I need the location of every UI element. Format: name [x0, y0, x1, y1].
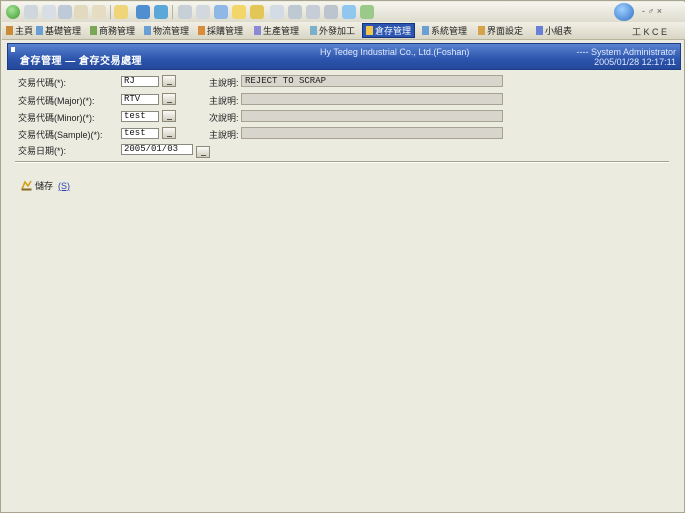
tab-basic-management[interactable]: 基礎管理: [36, 23, 81, 38]
edit-icon[interactable]: [196, 5, 210, 19]
tab-label: 系統管理: [431, 26, 468, 36]
field-label: 次說明:: [209, 113, 239, 123]
history-icon[interactable]: [136, 5, 150, 19]
messenger-icon[interactable]: [250, 5, 264, 19]
tab-icon: [478, 26, 485, 35]
tab-small-reports[interactable]: 小組表: [536, 23, 572, 38]
company-name: Hy Tedeg Industrial Co., Ltd.(Foshan): [320, 47, 470, 57]
page-title: 倉存管理 — 倉存交易處理: [20, 56, 143, 67]
bookmark-icon[interactable]: [360, 5, 374, 19]
mail-icon[interactable]: [154, 5, 168, 19]
tab-icon: [422, 26, 429, 35]
tab-icon: [144, 26, 151, 35]
home-icon[interactable]: [74, 5, 88, 19]
forward-icon[interactable]: [24, 5, 38, 19]
tab-label: 主頁: [15, 26, 34, 36]
divider: [15, 161, 669, 163]
module-tabs: 主頁 基礎管理 商務管理 物流管理 採購管理 生產管理 外發加工 倉存管理 系統…: [2, 22, 685, 40]
tab-label: 物流管理: [153, 26, 190, 36]
user-info: ---- System Administrator 2005/01/28 12:…: [576, 47, 676, 67]
tab-system-management[interactable]: 系統管理: [422, 23, 467, 38]
tab-label: 生產管理: [263, 26, 300, 36]
tab-production-management[interactable]: 生產管理: [254, 23, 299, 38]
save-button[interactable]: 儲存 (S): [21, 179, 70, 192]
tools-icon[interactable]: [324, 5, 338, 19]
field-label: 交易代碼(Minor)(*):: [18, 113, 95, 123]
description-field: REJECT TO SCRAP: [241, 75, 503, 87]
tabs-overflow[interactable]: 工 K C E: [632, 25, 667, 38]
stop-icon[interactable]: [42, 5, 56, 19]
page-header: 倉存管理 — 倉存交易處理 Hy Tedeg Industrial Co., L…: [7, 43, 681, 70]
description-field: [241, 93, 503, 105]
field-label: 主說明:: [209, 78, 239, 88]
grid-icon[interactable]: [288, 5, 302, 19]
lock-icon[interactable]: [342, 5, 356, 19]
tab-label: 基礎管理: [45, 26, 82, 36]
field-label: 主說明:: [209, 96, 239, 106]
calendar-button[interactable]: [196, 146, 210, 158]
tab-icon: [36, 26, 43, 35]
tab-business-management[interactable]: 商務管理: [90, 23, 135, 38]
save-hotkey: (S): [58, 180, 71, 191]
save-icon: [21, 180, 32, 191]
tab-icon: [198, 26, 205, 35]
search-icon[interactable]: [92, 5, 106, 19]
field-label: 交易代碼(*):: [18, 78, 66, 88]
help-icon[interactable]: [614, 3, 634, 21]
tab-home[interactable]: 主頁: [6, 23, 33, 38]
discuss-icon[interactable]: [214, 5, 228, 19]
header-marker-icon: [11, 47, 15, 52]
major-code-input[interactable]: RTV: [121, 94, 159, 105]
favorites-icon[interactable]: [114, 5, 128, 19]
tab-icon: [310, 26, 317, 35]
tab-icon: [366, 26, 373, 35]
refresh-icon[interactable]: [58, 5, 72, 19]
tab-label: 小組表: [545, 26, 573, 36]
field-label: 交易代碼(Sample)(*):: [18, 130, 103, 140]
tab-interface-settings[interactable]: 界面設定: [478, 23, 523, 38]
transaction-code-input[interactable]: RJ: [121, 76, 159, 87]
login-timestamp: 2005/01/28 12:17:11: [594, 57, 676, 67]
user-name: ---- System Administrator: [576, 47, 676, 57]
sample-code-input[interactable]: test: [121, 128, 159, 139]
tab-label: 倉存管理: [375, 26, 412, 36]
field-label: 交易日期(*):: [18, 146, 66, 156]
tab-icon: [90, 26, 97, 35]
tab-icon: [254, 26, 261, 35]
field-label: 主說明:: [209, 130, 239, 140]
tab-label: 界面設定: [487, 26, 524, 36]
back-icon[interactable]: [6, 5, 20, 19]
app-window: - ♂ × 主頁 基礎管理 商務管理 物流管理 採購管理 生產管理 外發加工 倉…: [0, 0, 685, 513]
toolbar-separator: [110, 5, 111, 19]
tab-icon: [536, 26, 543, 35]
tab-label: 採購管理: [207, 26, 244, 36]
window-controls[interactable]: - ♂ ×: [642, 6, 662, 16]
tab-logistics-management[interactable]: 物流管理: [144, 23, 189, 38]
tab-label: 外發加工: [319, 26, 356, 36]
print-icon[interactable]: [178, 5, 192, 19]
folder-icon[interactable]: [232, 5, 246, 19]
tab-inventory-management[interactable]: 倉存管理: [362, 23, 416, 38]
lookup-button[interactable]: [162, 75, 176, 87]
transaction-date-input[interactable]: 2005/01/03: [121, 144, 193, 155]
tab-icon: [6, 26, 13, 35]
tab-label: 商務管理: [99, 26, 136, 36]
tab-outsourcing[interactable]: 外發加工: [310, 23, 355, 38]
table-icon[interactable]: [306, 5, 320, 19]
minor-code-input[interactable]: test: [121, 111, 159, 122]
lookup-button[interactable]: [162, 93, 176, 105]
tab-purchasing-management[interactable]: 採購管理: [198, 23, 243, 38]
save-label: 儲存: [35, 181, 54, 191]
description-field: [241, 127, 503, 139]
toolbar-separator: [172, 5, 173, 19]
description-field: [241, 110, 503, 122]
page-icon[interactable]: [270, 5, 284, 19]
lookup-button[interactable]: [162, 127, 176, 139]
field-label: 交易代碼(Major)(*):: [18, 96, 95, 106]
browser-toolbar: - ♂ ×: [2, 2, 685, 23]
lookup-button[interactable]: [162, 110, 176, 122]
